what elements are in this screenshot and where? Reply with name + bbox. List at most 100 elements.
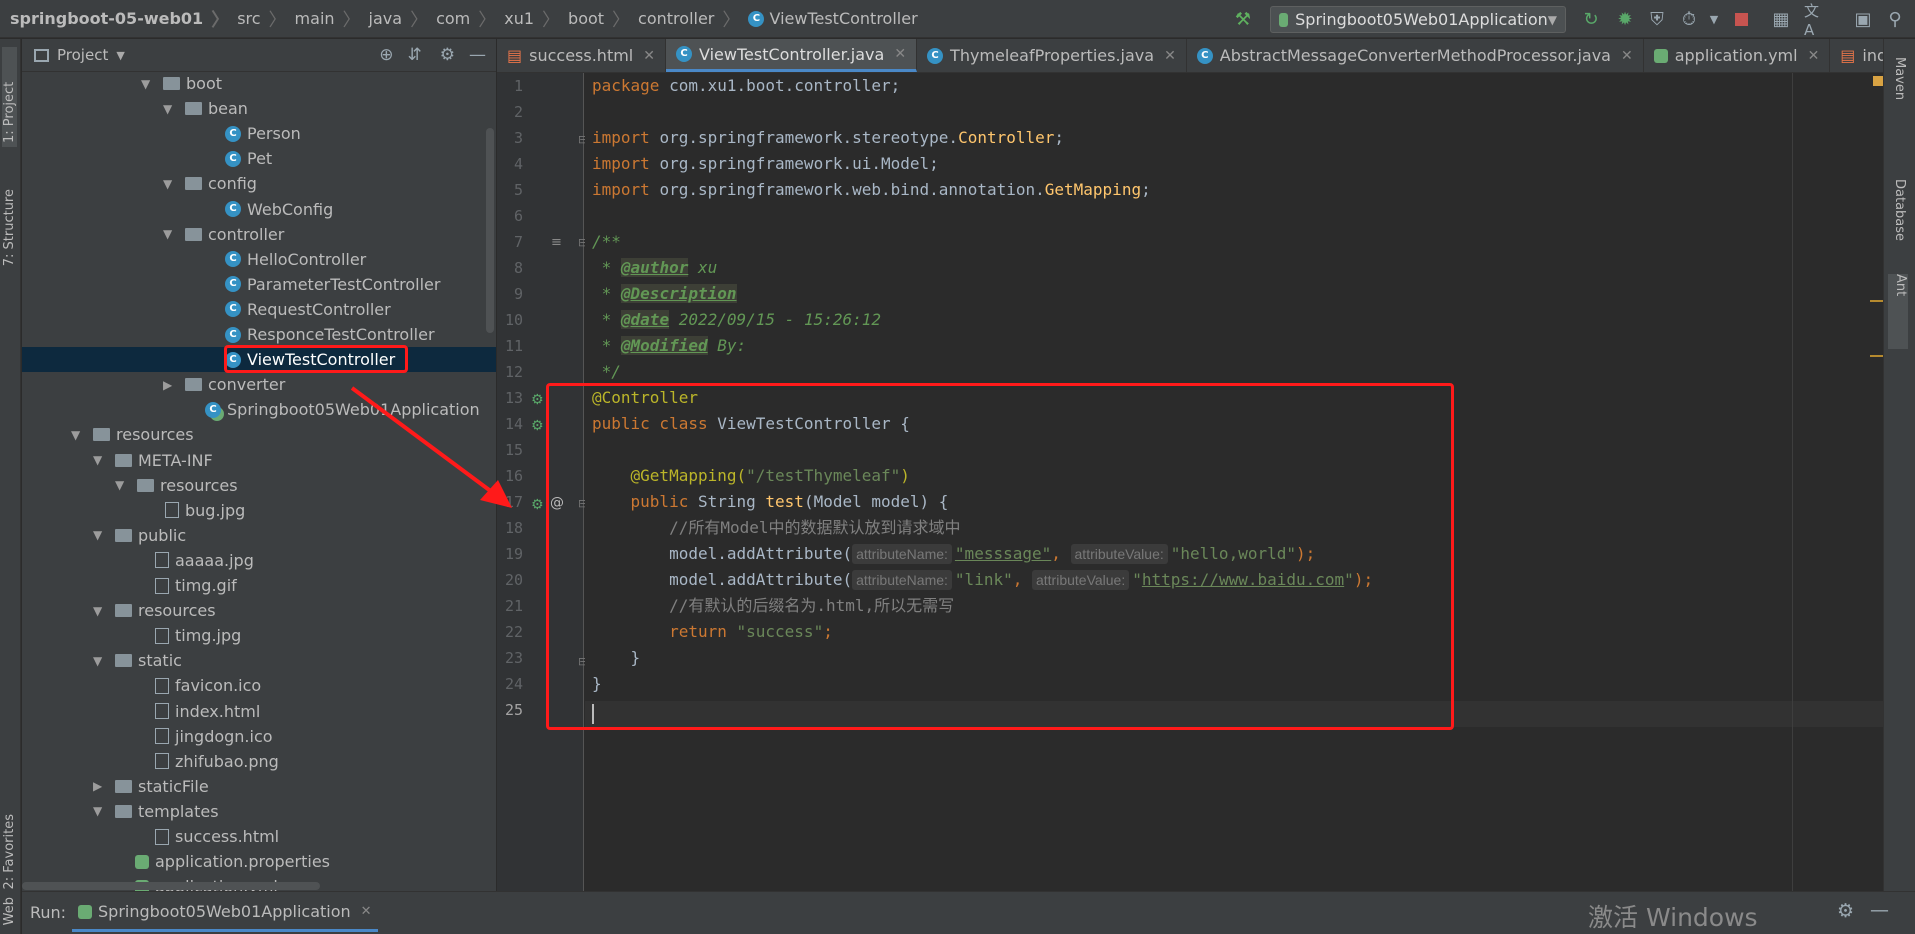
run-tab-springboot[interactable]: Springboot05Web01Application ✕: [72, 894, 378, 932]
project-tool-button[interactable]: 1: Project: [2, 47, 17, 147]
search-everywhere-icon[interactable]: ⚲: [1884, 8, 1906, 30]
breadcrumb-class[interactable]: C ViewTestController: [748, 9, 918, 28]
tab-application-yml[interactable]: application.yml ✕: [1644, 39, 1831, 72]
inspection-status-icon[interactable]: [1873, 76, 1883, 86]
chevron-down-icon[interactable]: ▼: [93, 604, 107, 618]
web-tool-button[interactable]: Web: [2, 897, 17, 925]
tree-file[interactable]: aaaaa.jpg: [155, 548, 254, 573]
chevron-down-icon[interactable]: ▼: [71, 428, 85, 442]
tree-file[interactable]: index.html: [155, 699, 260, 724]
chevron-right-icon[interactable]: ▶: [93, 779, 107, 793]
ant-tool-button[interactable]: Ant: [1888, 274, 1908, 349]
chevron-down-icon[interactable]: ▼: [115, 478, 129, 492]
breadcrumb-java[interactable]: java 〉: [369, 6, 437, 32]
project-panel-title[interactable]: Project: [57, 46, 108, 64]
coverage-shield-icon[interactable]: ⛨: [1646, 8, 1668, 30]
tree-file[interactable]: bug.jpg: [165, 498, 245, 523]
profiler-icon[interactable]: ⏱: [1678, 8, 1700, 30]
stop-icon[interactable]: [1730, 8, 1752, 30]
breadcrumb-project[interactable]: springboot-05-web01 〉: [0, 6, 237, 32]
tree-class[interactable]: C HelloController: [225, 247, 366, 272]
hide-panel-icon[interactable]: —: [469, 45, 486, 65]
gear-icon[interactable]: ⚙: [440, 45, 455, 65]
gear-icon[interactable]: ⚙: [1837, 900, 1854, 922]
tree-folder[interactable]: ▼ controller: [163, 222, 284, 247]
request-mapping-gutter-icon[interactable]: ⚙: [531, 497, 544, 513]
tree-class[interactable]: C Person: [225, 121, 301, 146]
tree-class[interactable]: C ParameterTestController: [225, 272, 440, 297]
chevron-down-icon[interactable]: ▼: [163, 177, 177, 191]
maven-tool-button[interactable]: Maven: [1892, 57, 1907, 100]
close-icon[interactable]: ✕: [894, 46, 906, 62]
tree-file[interactable]: jingdogn.ico: [155, 724, 273, 749]
chevron-right-icon[interactable]: ▶: [163, 378, 177, 392]
close-icon[interactable]: ✕: [1808, 48, 1820, 64]
project-structure-icon[interactable]: ▦: [1770, 8, 1792, 30]
close-icon[interactable]: ✕: [361, 904, 372, 919]
tree-file[interactable]: zhifubao.png: [155, 749, 279, 774]
more-run-options-chevron-icon[interactable]: ▼: [1703, 8, 1725, 30]
layout-icon[interactable]: ▣: [1852, 8, 1874, 30]
tree-folder[interactable]: ▼ resources: [93, 598, 216, 623]
tree-folder[interactable]: ▼ bean: [163, 96, 248, 121]
hide-panel-icon[interactable]: —: [1870, 899, 1889, 921]
tree-folder[interactable]: ▼ META-INF: [93, 448, 213, 473]
chevron-down-icon[interactable]: ▼: [93, 528, 107, 542]
structure-tool-button[interactable]: 7: Structure: [2, 189, 17, 266]
breadcrumb-com[interactable]: com 〉: [436, 6, 504, 32]
run-configuration-select[interactable]: Springboot05Web01Application ▼: [1270, 6, 1566, 33]
tree-folder[interactable]: ▶ converter: [163, 372, 285, 397]
spring-bean-gutter-icon[interactable]: ⚙: [531, 392, 544, 408]
tree-folder[interactable]: ▼ templates: [93, 799, 219, 824]
close-icon[interactable]: ✕: [643, 48, 655, 64]
tab-thymeleafproperties[interactable]: C ThymeleafProperties.java ✕: [917, 39, 1187, 72]
collapse-all-icon[interactable]: ⇵: [408, 45, 422, 65]
tree-folder[interactable]: ▶ staticFile: [93, 774, 209, 799]
close-icon[interactable]: ✕: [1621, 48, 1633, 64]
tree-class[interactable]: C Pet: [225, 146, 272, 171]
tree-horizontal-scrollbar[interactable]: [22, 882, 320, 890]
locate-file-icon[interactable]: ⊕: [379, 45, 393, 65]
chevron-down-icon[interactable]: ▼: [93, 654, 107, 668]
debug-bug-icon[interactable]: ✹: [1614, 8, 1636, 30]
chevron-down-icon[interactable]: ▼: [93, 804, 107, 818]
tree-folder[interactable]: ▼ resources: [71, 422, 194, 447]
breadcrumb-src[interactable]: src 〉: [237, 6, 294, 32]
chevron-down-icon[interactable]: ▼: [163, 227, 177, 241]
tree-vertical-scrollbar[interactable]: [486, 128, 494, 333]
tab-success-html[interactable]: ▤ success.html ✕: [497, 39, 666, 72]
tree-file[interactable]: favicon.ico: [155, 673, 261, 698]
tree-class[interactable]: C WebConfig: [225, 197, 333, 222]
tree-folder[interactable]: ▼ boot: [141, 71, 222, 96]
tree-folder[interactable]: ▼ config: [163, 171, 257, 196]
breadcrumb-boot[interactable]: boot 〉: [568, 6, 638, 32]
tree-class[interactable]: C ResponceTestController: [225, 322, 435, 347]
spring-bean-gutter-icon[interactable]: ⚙: [531, 418, 544, 434]
doc-render-gutter-icon[interactable]: ≡: [551, 235, 562, 250]
tree-file[interactable]: application.properties: [135, 849, 330, 874]
breadcrumb-xu1[interactable]: xu1 〉: [504, 6, 568, 32]
breadcrumb-controller[interactable]: controller 〉: [638, 6, 748, 32]
rerun-icon[interactable]: ↻: [1580, 8, 1602, 30]
build-hammer-icon[interactable]: ⚒: [1232, 8, 1254, 30]
tab-abstractmessageconverter[interactable]: C AbstractMessageConverterMethodProcessor…: [1187, 39, 1644, 72]
favorites-tool-button[interactable]: 2: Favorites: [2, 814, 17, 890]
breadcrumb-main[interactable]: main 〉: [295, 6, 369, 32]
tree-file[interactable]: timg.jpg: [155, 623, 241, 648]
chevron-down-icon[interactable]: ▼: [93, 453, 107, 467]
chevron-down-icon[interactable]: ▼: [163, 102, 177, 116]
chevron-down-icon[interactable]: ▼: [116, 49, 124, 62]
tab-viewtestcontroller[interactable]: C ViewTestController.java ✕: [665, 39, 918, 72]
translate-icon[interactable]: 文A: [1804, 2, 1826, 39]
scroll-marker[interactable]: [1870, 300, 1884, 302]
tree-folder[interactable]: ▼ static: [93, 648, 182, 673]
tree-class[interactable]: C RequestController: [225, 297, 391, 322]
database-tool-button[interactable]: Database: [1892, 179, 1907, 241]
tree-folder[interactable]: ▼ public: [93, 523, 186, 548]
close-icon[interactable]: ✕: [1164, 48, 1176, 64]
tree-file[interactable]: success.html: [155, 824, 279, 849]
tree-folder[interactable]: ▼ resources: [115, 473, 238, 498]
scroll-marker[interactable]: [1870, 355, 1884, 357]
tree-file[interactable]: timg.gif: [155, 573, 237, 598]
chevron-down-icon[interactable]: ▼: [141, 77, 155, 91]
